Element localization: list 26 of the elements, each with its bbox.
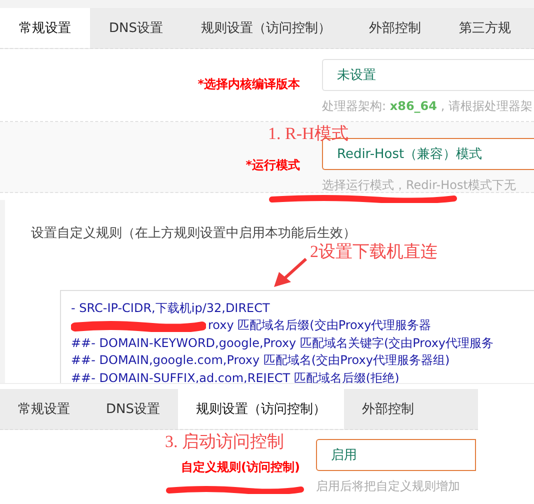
rule-line: roxy 匹配域名后缀(交由Proxy代理服务器: [208, 317, 432, 334]
annotation-text: 2设置下载机直连: [310, 241, 438, 264]
tab[interactable]: 常规设置: [0, 389, 88, 429]
section-label: 设置自定义规则（在上方规则设置中启用本功能后生效）: [31, 225, 356, 242]
annotation-text: 3. 启动访问控制: [165, 431, 284, 453]
field-label: *运行模式: [246, 157, 300, 174]
tab[interactable]: 外部控制: [350, 8, 440, 48]
tab[interactable]: DNS设置: [90, 8, 182, 48]
rule-line: - SRC-IP-CIDR,下载机ip/32,DIRECT: [71, 300, 270, 317]
hint-text: 启用后将把自定义规则增加: [316, 478, 461, 495]
field-label: 自定义规则(访问控制): [181, 459, 300, 476]
tab[interactable]: 常规设置: [0, 8, 90, 48]
hint-text: 处理器架构: x86_64 , 请根据处理器架: [322, 98, 534, 115]
tab[interactable]: 第三方规: [440, 8, 530, 48]
select-field[interactable]: 未设置: [322, 59, 534, 91]
rule-line: ##- DOMAIN-KEYWORD,google,Proxy 匹配域名关键字(交由Proxy代理服务: [71, 334, 494, 352]
tab[interactable]: DNS设置: [88, 389, 178, 429]
tab[interactable]: 规则设置（访问控制）: [182, 8, 350, 48]
rule-line: ##- DOMAIN-SUFFIX,ad.com,REJECT 匹配域名后缀(拒绝): [71, 370, 400, 384]
rule-line: ##- DOMAIN,google.com,Proxy 匹配域名(交由Proxy代理服务器组): [71, 352, 450, 370]
select-field[interactable]: 启用: [316, 439, 476, 471]
arrow-icon: [273, 258, 307, 288]
field-label: *选择内核编译版本: [198, 76, 300, 93]
tab[interactable]: 外部控制: [344, 389, 432, 429]
tab[interactable]: 规则设置（访问控制）: [178, 389, 344, 429]
hint-text: 选择运行模式，Redir-Host模式下无: [322, 177, 517, 194]
